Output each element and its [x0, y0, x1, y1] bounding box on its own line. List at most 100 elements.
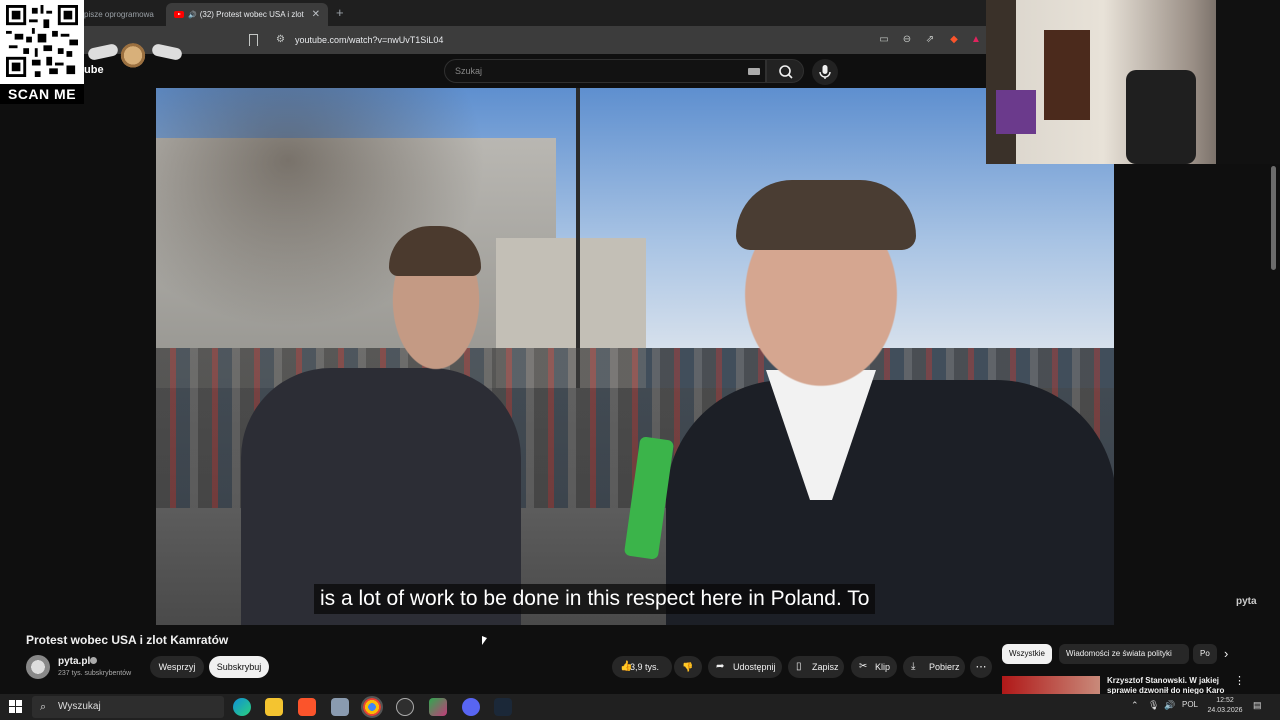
- thumbs-up-icon: 👍: [620, 661, 633, 672]
- recommended-video-thumbnail[interactable]: [1002, 676, 1100, 696]
- download-button[interactable]: ⤓ Pobierz: [903, 656, 965, 678]
- chip-world-politics[interactable]: Wiadomości ze świata polityki: [1059, 644, 1189, 664]
- clock-date: 24.03.2026: [1207, 707, 1243, 714]
- like-button[interactable]: 👍 3,9 tys.: [612, 656, 672, 678]
- search-button[interactable]: [766, 59, 804, 83]
- channel-watermark: pyta: [1236, 596, 1257, 607]
- search-icon: [779, 65, 793, 79]
- volume-icon[interactable]: 🔊: [1164, 700, 1175, 711]
- bookmark-icon[interactable]: [249, 34, 258, 46]
- brave-browser-icon[interactable]: [298, 698, 316, 716]
- qr-code-image: [6, 5, 78, 77]
- tab-label: (32) Protest wobec USA i zlot: [199, 10, 304, 19]
- download-label: Pobierz: [929, 662, 960, 672]
- chevron-right-icon[interactable]: ›: [1224, 646, 1228, 661]
- more-horizontal-icon: ⋯: [975, 661, 987, 673]
- keyboard-icon[interactable]: [748, 68, 760, 75]
- notification-icon[interactable]: ▤: [1253, 700, 1262, 711]
- youtube-logo-fragment[interactable]: ube: [84, 64, 104, 76]
- speaker-icon: 🔊: [188, 12, 197, 19]
- search-icon: ⌕: [40, 701, 47, 713]
- youtube-header: Szukaj: [0, 54, 986, 88]
- webcam-shelf: [986, 0, 1016, 164]
- discord-icon[interactable]: [462, 698, 480, 716]
- save-label: Zapisz: [812, 662, 839, 672]
- rewards-icon[interactable]: ▲: [970, 34, 982, 46]
- search-placeholder: Szukaj: [455, 66, 483, 76]
- recommended-video-title[interactable]: Krzysztof Stanowski. W jakiej sprawie dz…: [1107, 676, 1232, 696]
- edge-browser-icon[interactable]: [233, 698, 251, 716]
- address-bar-row: youtube.com/watch?v=nwUvT1SiL04 ⚙ ▭ ⊖ ⇗ …: [0, 26, 986, 54]
- verified-badge-icon: [90, 657, 97, 664]
- url-text: youtube.com/watch?v=nwUvT1SiL04: [295, 35, 444, 45]
- app-icon[interactable]: [331, 698, 349, 716]
- download-icon: ⤓: [911, 661, 916, 672]
- share-label: Udostępnij: [733, 662, 776, 672]
- clock[interactable]: 12:52 24.03.2026: [1205, 696, 1245, 716]
- url-field[interactable]: youtube.com/watch?v=nwUvT1SiL04: [268, 30, 968, 50]
- cast-icon[interactable]: ▭: [878, 34, 890, 46]
- browser-tab-active[interactable]: 🔊 (32) Protest wobec USA i zlot ✕: [166, 3, 328, 26]
- cat-illustration: [120, 40, 146, 68]
- mouse-cursor-icon: [482, 636, 487, 645]
- file-explorer-icon[interactable]: [265, 698, 283, 716]
- person-hair: [736, 180, 916, 250]
- microphone-icon: [819, 65, 831, 79]
- dislike-button[interactable]: 👎: [674, 656, 702, 678]
- chevron-up-icon[interactable]: ⌃: [1131, 700, 1139, 711]
- keyboard-language[interactable]: POL: [1182, 700, 1198, 709]
- share-button[interactable]: ➦ Udostępnij: [708, 656, 782, 678]
- webcam-bag: [996, 90, 1036, 134]
- subscriber-count: 237 tys. subskrybentów: [58, 670, 132, 677]
- video-frame-lamppost: [576, 88, 580, 388]
- support-label: Wesprzyj: [158, 662, 196, 672]
- zoom-icon[interactable]: ⊖: [901, 34, 913, 46]
- bookmark-add-icon: ▯: [796, 661, 802, 672]
- save-button[interactable]: ▯ Zapisz: [788, 656, 844, 678]
- video-player[interactable]: is a lot of work to be done in this resp…: [156, 88, 1114, 625]
- support-button[interactable]: Wesprzyj: [150, 656, 204, 678]
- chip-partial[interactable]: Po: [1193, 644, 1217, 664]
- subscribe-button[interactable]: Subskrybuj: [209, 656, 269, 678]
- voice-search-button[interactable]: [812, 59, 838, 85]
- windows-start-icon[interactable]: [9, 700, 22, 713]
- scissors-icon: ✂: [859, 661, 868, 672]
- subscribe-label: Subskrybuj: [216, 662, 262, 672]
- video-frame-person: [626, 180, 1114, 625]
- chrome-browser-icon[interactable]: [361, 696, 383, 718]
- app-icon[interactable]: [429, 698, 447, 716]
- site-settings-icon[interactable]: ⚙: [276, 35, 286, 45]
- new-tab-button[interactable]: +: [336, 3, 344, 23]
- obs-icon[interactable]: [396, 698, 414, 716]
- scan-me-label: SCAN ME: [0, 84, 84, 104]
- share-icon: ➦: [716, 661, 725, 672]
- taskbar-search-input[interactable]: ⌕ Wyszukaj: [32, 696, 224, 718]
- brave-shield-icon[interactable]: ◆: [948, 34, 960, 46]
- video-frame-person: [241, 226, 521, 625]
- like-count: 3,9 tys.: [630, 662, 660, 672]
- clip-button[interactable]: ✂ Klip: [851, 656, 897, 678]
- microphone-tray-icon[interactable]: 🎙: [1148, 700, 1159, 711]
- webcam-door: [1044, 30, 1090, 120]
- share-page-icon[interactable]: ⇗: [924, 34, 936, 46]
- more-actions-button[interactable]: ⋯: [970, 656, 992, 678]
- webcam-overlay: [986, 0, 1280, 164]
- browser-tab[interactable]: pisze oprogramowa: [76, 3, 164, 26]
- qr-code-overlay: SCAN ME: [0, 0, 84, 104]
- browser-tab-bar: pisze oprogramowa 🔊 (32) Protest wobec US…: [0, 0, 986, 26]
- channel-avatar[interactable]: [26, 655, 50, 679]
- taskbar-search-placeholder: Wyszukaj: [58, 701, 101, 712]
- more-vertical-icon[interactable]: ⋮: [1234, 674, 1245, 687]
- video-title: Protest wobec USA i zlot Kamratów: [26, 633, 229, 647]
- webcam-dark-area: [1216, 0, 1280, 164]
- thumbs-down-icon: 👎: [682, 662, 694, 672]
- page-scrollbar[interactable]: [1271, 166, 1276, 270]
- steam-icon[interactable]: [494, 698, 512, 716]
- close-tab-icon[interactable]: ✕: [312, 3, 320, 26]
- channel-name[interactable]: pyta.pl: [58, 656, 90, 667]
- search-input[interactable]: Szukaj: [444, 59, 766, 83]
- chip-all[interactable]: Wszystkie: [1002, 644, 1052, 664]
- clip-label: Klip: [875, 662, 891, 672]
- video-caption: is a lot of work to be done in this resp…: [314, 584, 876, 614]
- clock-time: 12:52: [1216, 697, 1234, 704]
